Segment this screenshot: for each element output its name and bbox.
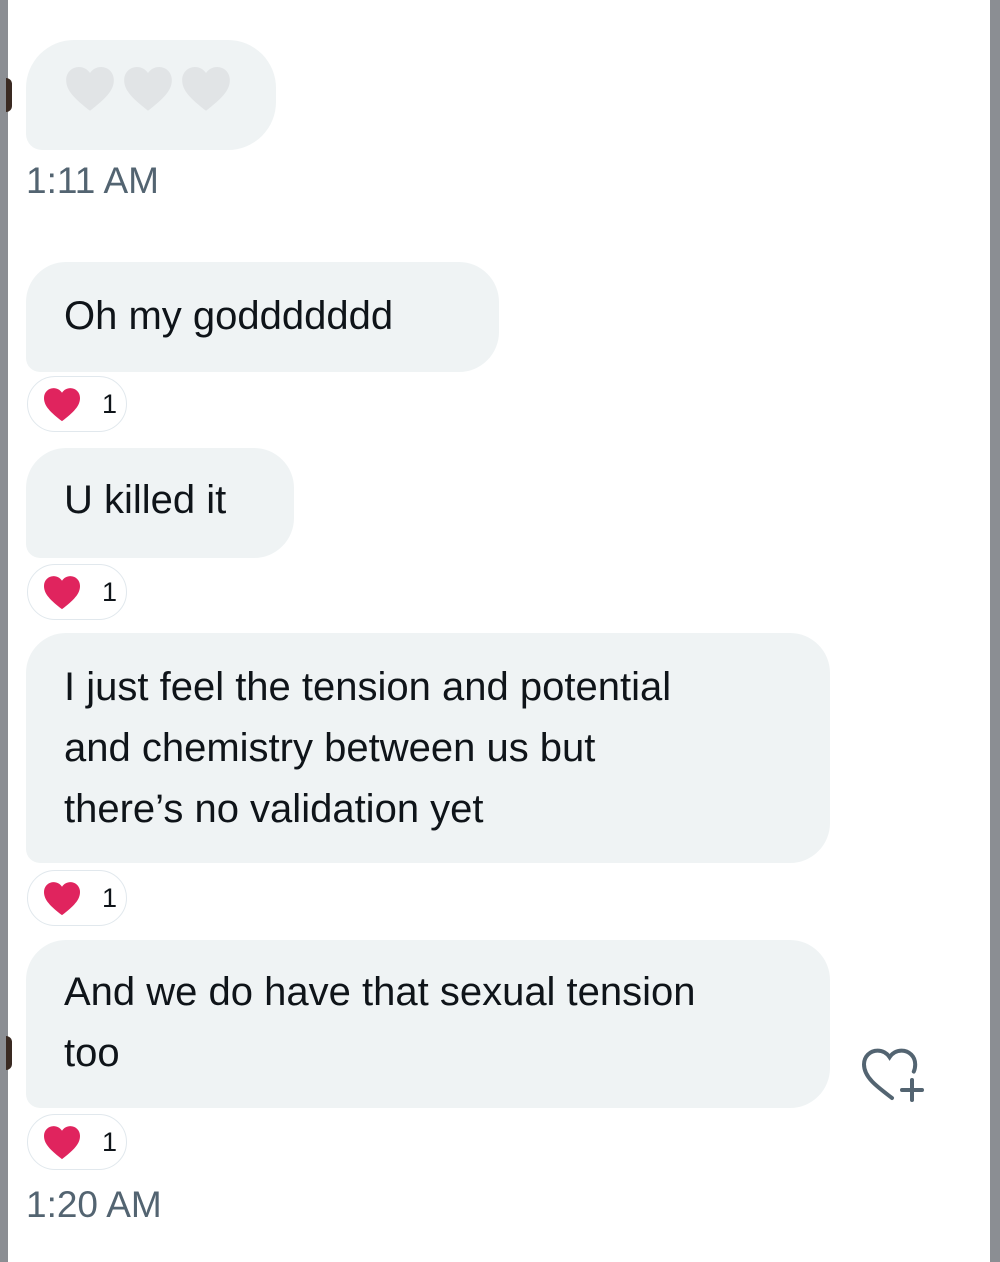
- heart-emoji-group: [64, 64, 232, 112]
- red-heart-icon: [44, 388, 80, 422]
- reaction-pill[interactable]: 1: [27, 870, 127, 926]
- message-text: U killed it: [64, 478, 227, 522]
- reaction-count: 1: [102, 882, 118, 913]
- heart-plus-icon[interactable]: [858, 1044, 930, 1104]
- reaction-pill[interactable]: 1: [27, 376, 127, 432]
- message-text: I just feel the tension and potential an…: [64, 665, 672, 831]
- message-bubble[interactable]: And we do have that sexual tension too: [26, 940, 830, 1108]
- message-bubble[interactable]: Oh my goddddddd: [26, 262, 499, 372]
- message-timestamp: 1:11 AM: [26, 160, 160, 201]
- screenshot-left-border: [0, 0, 8, 1262]
- heart-emoji-icon: [182, 66, 230, 111]
- reaction-count: 1: [102, 1126, 118, 1157]
- message-bubble[interactable]: I just feel the tension and potential an…: [26, 633, 830, 863]
- reaction-count: 1: [102, 576, 118, 607]
- reaction-pill[interactable]: 1: [27, 1114, 127, 1170]
- message-bubble[interactable]: U killed it: [26, 448, 294, 558]
- red-heart-icon: [44, 1126, 80, 1160]
- reaction-pill[interactable]: 1: [27, 564, 127, 620]
- message-text: And we do have that sexual tension too: [64, 970, 696, 1075]
- reaction-count: 1: [102, 388, 118, 419]
- sender-avatar-edge: [6, 78, 12, 112]
- heart-emoji-icon: [66, 66, 114, 111]
- message-timestamp: 1:20 AM: [26, 1184, 162, 1225]
- red-heart-icon: [44, 882, 80, 916]
- screenshot-right-border: [990, 0, 1000, 1262]
- red-heart-icon: [44, 576, 80, 610]
- message-text: Oh my goddddddd: [64, 294, 394, 338]
- heart-emoji-icon: [124, 66, 172, 111]
- sender-avatar-edge: [6, 1036, 12, 1070]
